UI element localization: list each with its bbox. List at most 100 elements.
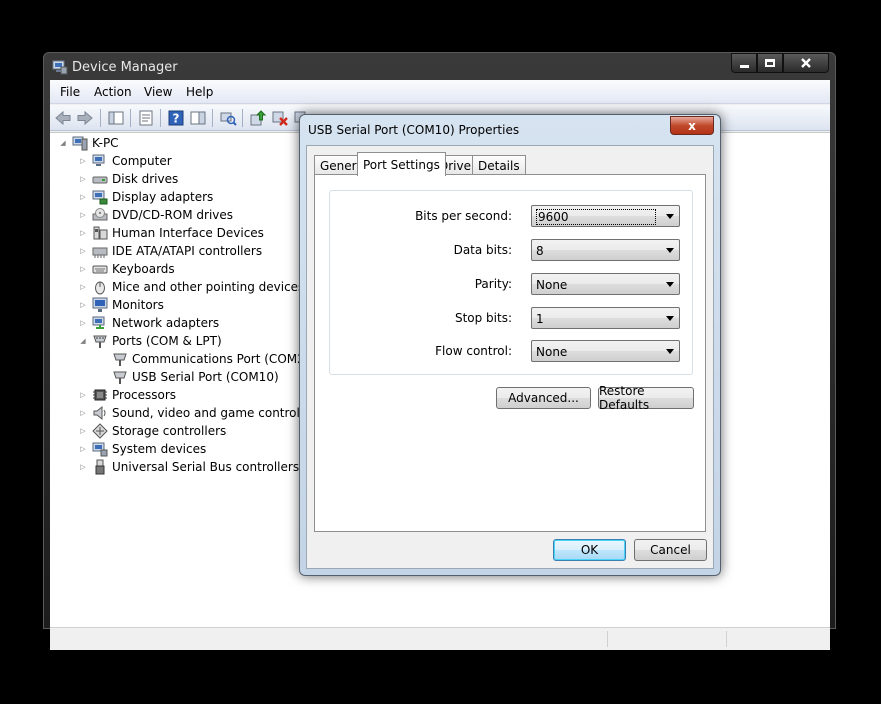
tree-item[interactable]: ◢ Ports (COM & LPT): [78, 332, 222, 350]
advanced-button[interactable]: Advanced...: [496, 387, 591, 409]
expand-arrow-icon[interactable]: ▷: [78, 318, 88, 328]
tree-child-item[interactable]: USB Serial Port (COM10): [98, 368, 279, 386]
tree-item[interactable]: ▷ Computer: [78, 152, 172, 170]
back-arrow-icon[interactable]: [54, 109, 72, 127]
properties-icon[interactable]: [137, 109, 155, 127]
tree-item-label: K-PC: [92, 136, 119, 150]
ok-button[interactable]: OK: [553, 539, 626, 561]
tree-item[interactable]: ▷ Keyboards: [78, 260, 174, 278]
data-bits-select[interactable]: 8: [531, 239, 680, 261]
tree-item[interactable]: ▷ IDE ATA/ATAPI controllers: [78, 242, 262, 260]
title-bar[interactable]: Device Manager: [44, 53, 835, 81]
expand-arrow-icon[interactable]: ▷: [78, 426, 88, 436]
expand-arrow-icon[interactable]: ▷: [78, 390, 88, 400]
flow-control-select[interactable]: None: [531, 340, 680, 362]
hid-icon: [92, 225, 108, 241]
tree-item[interactable]: ▷ Sound, video and game controllers: [78, 404, 322, 422]
expand-arrow-icon[interactable]: ▷: [78, 228, 88, 238]
parity-row: Parity: None: [330, 273, 692, 295]
data-bits-label: Data bits:: [453, 243, 512, 257]
tree-item-label: Communications Port (COM2): [132, 352, 310, 366]
port-settings-panel: Bits per second: 9600 Data bits: 8 Parit…: [314, 174, 706, 532]
update-driver-icon[interactable]: [249, 109, 267, 127]
expand-arrow-icon[interactable]: ▷: [78, 174, 88, 184]
disk-drive-icon: [92, 171, 108, 187]
keyboard-icon: [92, 261, 108, 277]
expand-arrow-icon[interactable]: ▷: [78, 282, 88, 292]
show-hide-tree-icon[interactable]: [107, 109, 125, 127]
chevron-down-icon: [666, 248, 674, 253]
tree-item[interactable]: ▷ Disk drives: [78, 170, 178, 188]
bits-per-second-row: Bits per second: 9600: [330, 205, 692, 227]
settings-group: Bits per second: 9600 Data bits: 8 Parit…: [329, 190, 693, 375]
help-icon[interactable]: ?: [167, 109, 185, 127]
cancel-button[interactable]: Cancel: [634, 539, 707, 561]
port-child-icon: [112, 369, 128, 385]
tree-item[interactable]: ▷ System devices: [78, 440, 206, 458]
tree-item[interactable]: ▷ DVD/CD-ROM drives: [78, 206, 233, 224]
chevron-down-icon: [666, 214, 674, 219]
dialog-close-button[interactable]: x: [670, 116, 714, 135]
port-icon: [92, 333, 108, 349]
forward-arrow-icon[interactable]: [76, 109, 94, 127]
tree-root-node[interactable]: ◢ K-PC: [58, 134, 119, 152]
minimize-button[interactable]: [731, 53, 757, 73]
monitor-icon: [92, 297, 108, 313]
minimize-icon: [739, 64, 749, 68]
expand-arrow-icon[interactable]: ▷: [78, 192, 88, 202]
display-adapter-icon: [92, 189, 108, 205]
scan-hardware-icon[interactable]: [219, 109, 237, 127]
tree-child-item[interactable]: Communications Port (COM2): [98, 350, 309, 368]
maximize-icon: [765, 59, 775, 67]
restore-defaults-button[interactable]: Restore Defaults: [598, 384, 694, 412]
bits-per-second-select[interactable]: 9600: [531, 205, 680, 227]
ide-controller-icon: [92, 243, 108, 259]
tree-item-label: Display adapters: [112, 190, 214, 204]
system-device-icon: [92, 441, 108, 457]
tree-item[interactable]: ▷ Display adapters: [78, 188, 213, 206]
expand-arrow-icon[interactable]: ▷: [78, 246, 88, 256]
expand-arrow-icon[interactable]: ▷: [78, 300, 88, 310]
tree-item[interactable]: ▷ Mice and other pointing devices: [78, 278, 304, 296]
tree-item[interactable]: ▷ Human Interface Devices: [78, 224, 264, 242]
stop-bits-select[interactable]: 1: [531, 307, 680, 329]
action-pane-icon[interactable]: [189, 109, 207, 127]
expand-arrow-icon[interactable]: ▷: [78, 264, 88, 274]
menu-file[interactable]: File: [60, 85, 80, 99]
tab-port-settings[interactable]: Port Settings: [357, 152, 446, 176]
expand-arrow-icon[interactable]: ▷: [78, 444, 88, 454]
processor-icon: [92, 387, 108, 403]
tree-item-label: IDE ATA/ATAPI controllers: [112, 244, 263, 258]
tree-item-label: Computer: [112, 154, 172, 168]
tab-details[interactable]: Details: [472, 155, 526, 175]
tree-item[interactable]: ▷ Processors: [78, 386, 176, 404]
parity-select[interactable]: None: [531, 273, 680, 295]
tree-item[interactable]: ▷ Monitors: [78, 296, 164, 314]
dvd-drive-icon: [92, 207, 108, 223]
chevron-down-icon: [666, 349, 674, 354]
close-icon: [801, 58, 811, 68]
menu-help[interactable]: Help: [186, 85, 213, 99]
tree-item-label: Universal Serial Bus controllers: [112, 460, 300, 474]
close-button[interactable]: [783, 53, 829, 73]
tree-item[interactable]: ▷ Universal Serial Bus controllers: [78, 458, 299, 476]
tree-item-label: System devices: [112, 442, 207, 456]
expand-arrow-icon[interactable]: ▷: [78, 408, 88, 418]
bits-per-second-label: Bits per second:: [415, 209, 512, 223]
collapse-arrow-icon[interactable]: ◢: [78, 336, 88, 346]
speaker-icon: [92, 405, 108, 421]
status-bar: [50, 627, 830, 650]
expand-arrow-icon[interactable]: ▷: [78, 210, 88, 220]
collapse-arrow-icon[interactable]: ◢: [58, 138, 68, 148]
tree-item-label: Disk drives: [112, 172, 179, 186]
tree-item[interactable]: ▷ Storage controllers: [78, 422, 226, 440]
tree-item-label: Processors: [112, 388, 177, 402]
tree-item[interactable]: ▷ Network adapters: [78, 314, 219, 332]
expand-arrow-icon[interactable]: ▷: [78, 462, 88, 472]
expand-arrow-icon[interactable]: ▷: [78, 156, 88, 166]
menu-action[interactable]: Action: [94, 85, 132, 99]
maximize-button[interactable]: [757, 53, 783, 73]
uninstall-icon[interactable]: [271, 109, 289, 127]
menu-view[interactable]: View: [144, 85, 172, 99]
